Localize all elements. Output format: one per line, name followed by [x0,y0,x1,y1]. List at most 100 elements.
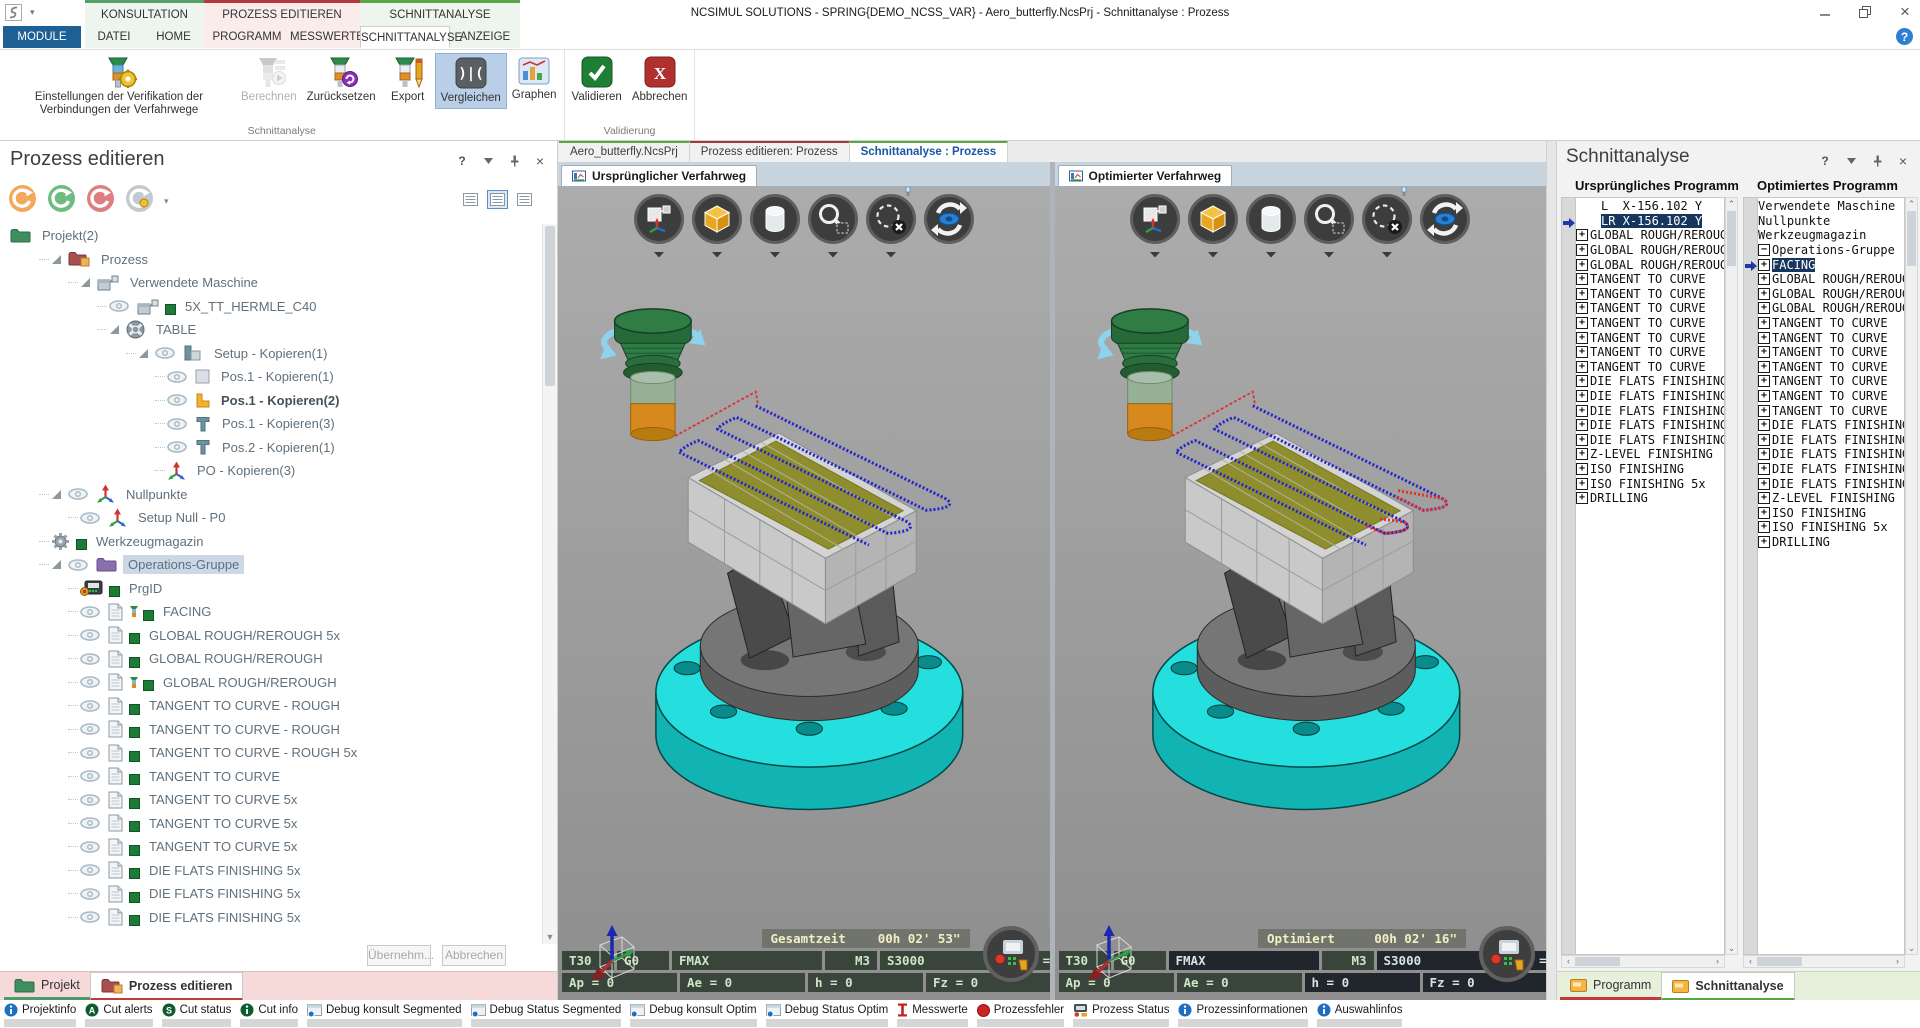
help-icon[interactable]: ? [455,154,469,168]
expand-plus-icon[interactable]: + [1576,405,1588,417]
program-list-row[interactable]: Werkzeugmagazin [1758,228,1904,243]
cancel-button[interactable]: Abbrechen [442,945,506,966]
statusbar-item-debug-status-optim[interactable]: Debug Status Optim [766,1003,889,1028]
tree-row[interactable]: TANGENT TO CURVE [0,765,543,789]
statusbar-item-debug-status-segmented[interactable]: Debug Status Segmented [471,1003,622,1028]
reset-red-icon[interactable] [86,184,115,218]
expand-plus-icon[interactable]: + [1758,273,1770,285]
sync-views-icon[interactable] [1420,194,1470,244]
dropdown-icon[interactable] [1844,154,1858,168]
tree-row[interactable]: GLOBAL ROUGH/REROUGH [0,671,543,695]
expand-plus-icon[interactable]: + [1758,390,1770,402]
program-list-row[interactable]: +GLOBAL ROUGH/REROUGH [1576,257,1724,272]
program-list-row[interactable]: +TANGENT TO CURVE [1576,272,1724,287]
visibility-eye-icon[interactable] [68,488,88,500]
expand-plus-icon[interactable]: + [1576,332,1588,344]
statusbar-item-prozessinformationen[interactable]: Prozessinformationen [1178,1003,1307,1028]
program-list-row[interactable]: LR X-156.102 Y [1576,214,1724,229]
cnc-panel-button[interactable] [982,925,1040,988]
visibility-eye-icon[interactable] [109,300,129,312]
document-tab[interactable]: Schnittanalyse : Prozess [850,140,1009,162]
tree-row[interactable]: Werkzeugmagazin [0,530,543,554]
zoom-select-icon[interactable] [808,194,858,244]
ribbon-button-berechnen[interactable]: Berechnen [236,53,302,107]
panel-splitter[interactable] [1546,140,1557,1000]
program-list-row[interactable]: +GLOBAL ROUGH/REROUGH [1758,287,1904,302]
sync-views-icon[interactable] [924,194,974,244]
bottom-tab-schnittanalyse[interactable]: Schnittanalyse [1661,972,1794,1001]
pin-icon[interactable] [1870,154,1884,168]
visibility-eye-icon[interactable] [80,794,100,806]
viewport-tab[interactable]: Ursprünglicher Verfahrweg [561,165,757,186]
program-list-row[interactable]: +DIE FLATS FINISHING [1758,447,1904,462]
visibility-eye-icon[interactable] [80,747,100,759]
bottom-tab-prozess-editieren[interactable]: Prozess editieren [90,972,244,1001]
bottom-tab-projekt[interactable]: Projekt [4,972,90,1000]
tab-datei[interactable]: DATEI [85,26,143,48]
program-list-row[interactable]: +GLOBAL ROUGH/REROUGH [1758,301,1904,316]
expander-icon[interactable] [80,277,91,288]
expand-plus-icon[interactable]: + [1576,288,1588,300]
program-list-row[interactable]: +TANGENT TO CURVE [1758,374,1904,389]
list-vscrollbar[interactable]: ⌃⌄ [1905,197,1918,955]
bottom-tab-programm[interactable]: Programm [1560,972,1661,1000]
expand-plus-icon[interactable]: + [1576,419,1588,431]
program-list-row[interactable]: +ISO FINISHING [1576,462,1724,477]
context-group-konsultation[interactable]: KONSULTATION [85,0,204,26]
tree-row[interactable]: GLOBAL ROUGH/REROUGH 5x [0,624,543,648]
visibility-eye-icon[interactable] [68,559,88,571]
expand-plus-icon[interactable]: + [1576,434,1588,446]
expander-icon[interactable] [51,559,62,570]
statusbar-item-debug-konsult-optim[interactable]: Debug konsult Optim [630,1003,756,1028]
program-list-row[interactable]: +ISO FINISHING 5x [1758,520,1904,535]
toolbar-caret-icon[interactable] [653,245,665,263]
viewport-3d-scene[interactable] [1055,187,1547,1000]
program-list-row[interactable]: +DIE FLATS FINISHING [1758,433,1904,448]
tab-schnittanalyse[interactable]: SCHNITTANALYSE [360,26,450,48]
tree-row[interactable]: Projekt(2) [0,224,543,248]
ribbon-button-abbrechen[interactable]: XAbbrechen [627,53,693,107]
redo-green-icon[interactable] [47,184,76,218]
program-list-row[interactable]: +ISO FINISHING 5x [1576,476,1724,491]
expand-plus-icon[interactable]: + [1758,288,1770,300]
visibility-eye-icon[interactable] [80,841,100,853]
expand-plus-icon[interactable]: + [1576,448,1588,460]
program-list-row[interactable]: +TANGENT TO CURVE [1758,360,1904,375]
visibility-eye-icon[interactable] [80,864,100,876]
quick-access-caret-icon[interactable]: ▾ [30,7,35,18]
program-list-row[interactable]: +DIE FLATS FINISHING [1576,374,1724,389]
program-list-row[interactable]: +GLOBAL ROUGH/REROUGH [1576,228,1724,243]
expand-plus-icon[interactable]: + [1576,302,1588,314]
expand-plus-icon[interactable]: + [1758,463,1770,475]
ribbon-button-vergleichen[interactable]: )|(Vergleichen [435,53,507,109]
program-list-row[interactable]: Nullpunkte [1758,214,1904,229]
expand-plus-icon[interactable]: + [1576,478,1588,490]
program-list-row[interactable]: +Z-LEVEL FINISHING [1758,491,1904,506]
visibility-eye-icon[interactable] [167,371,187,383]
help-button[interactable]: ? [1896,28,1913,45]
undo-orange-icon[interactable] [8,184,37,218]
visibility-eye-icon[interactable] [80,770,100,782]
machine-view-icon[interactable] [1130,194,1180,244]
solid-view-icon[interactable] [692,194,742,244]
expand-plus-icon[interactable]: + [1576,273,1588,285]
program-list-row[interactable]: +TANGENT TO CURVE [1758,316,1904,331]
tree-scrollbar[interactable]: ▼ [542,224,557,944]
program-list-row[interactable]: +TANGENT TO CURVE [1576,360,1724,375]
toolbar-caret-icon[interactable] [885,245,897,263]
list-hscrollbar[interactable]: ‹› [1561,955,1725,968]
expand-plus-icon[interactable]: + [1758,492,1770,504]
expand-plus-icon[interactable]: + [1758,507,1770,519]
expander-icon[interactable] [51,254,62,265]
visibility-eye-icon[interactable] [80,911,100,923]
tree-row[interactable]: TABLE [0,318,543,342]
redo-settings-icon[interactable] [125,184,154,218]
tree-row[interactable]: PO - Kopieren(3) [0,459,543,483]
tree-row[interactable]: Pos.1 - Kopieren(3) [0,412,543,436]
program-list-row[interactable]: +DIE FLATS FINISHING [1758,418,1904,433]
tree-row[interactable]: 5X_TT_HERMLE_C40 [0,295,543,319]
program-list-row[interactable]: +DIE FLATS FINISHING [1576,418,1724,433]
expand-plus-icon[interactable]: + [1758,375,1770,387]
visibility-eye-icon[interactable] [167,441,187,453]
tree-row[interactable]: Verwendete Maschine [0,271,543,295]
